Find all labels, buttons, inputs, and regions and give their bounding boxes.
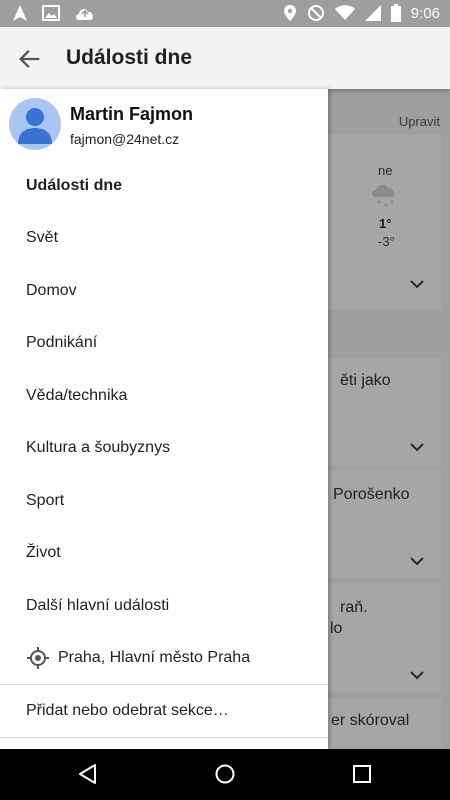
drawer-item-domov[interactable]: Domov [0,265,328,317]
signal-icon [364,5,381,21]
do-not-disturb-icon [307,5,324,21]
drawer-item-label: Život [26,544,61,561]
news-card[interactable]: ěti jako [328,358,441,466]
status-time: 9:06 [410,4,440,22]
my-location-icon [27,647,49,669]
avatar[interactable] [9,98,61,150]
chevron-down-icon[interactable] [410,670,424,680]
snow-cloud-icon [372,184,395,207]
navigation-drawer: Martin Fajmon fajmon@24net.cz Události d… [0,89,328,749]
divider [0,737,328,738]
news-card[interactable]: raň. lo [328,584,441,692]
drawer-item-label: Přidat nebo odebrat sekce… [26,702,229,719]
drawer-item-label: Věda/technika [26,387,128,404]
image-icon [42,5,60,21]
news-card-text: er skóroval [331,712,410,729]
user-email: fajmon@24net.cz [70,131,180,147]
news-card[interactable]: er skóroval [328,698,441,749]
battery-icon [390,4,401,22]
drawer-item-sport[interactable]: Sport [0,475,328,527]
drawer-item-label: Praha, Hlavní město Praha [58,649,251,666]
app-bar: Události dne [0,27,450,89]
recents-nav-icon[interactable] [350,762,374,786]
system-navigation-bar [0,749,450,800]
back-nav-icon[interactable] [76,762,100,786]
drawer-item-label: Svět [26,229,59,246]
chevron-down-icon[interactable] [410,279,424,289]
navigation-icon [13,5,27,21]
person-icon [18,108,52,144]
drawer-item-podnikani[interactable]: Podnikání [0,317,328,369]
cloud-upload-icon [76,9,93,20]
news-card-text: ěti jako [340,372,391,389]
home-nav-icon[interactable] [213,762,237,786]
drawer-item-dalsi-hlavni-udalosti[interactable]: Další hlavní události [0,580,328,632]
drawer-item-label: Sport [26,492,65,509]
drawer-item-veda-technika[interactable]: Věda/technika [0,370,328,422]
weather-day: ne [378,163,393,178]
location-icon [283,5,296,21]
drawer-item-zivot[interactable]: Život [0,527,328,579]
status-bar: 9:06 [0,0,450,27]
drawer-item-udalosti-dne[interactable]: Události dne [0,160,328,212]
user-name: Martin Fajmon [70,104,194,124]
weather-low: -3° [378,234,395,249]
drawer-item-add-remove-sections[interactable]: Přidat nebo odebrat sekce… [0,685,328,737]
news-card-text: lo [330,620,343,637]
page-title: Události dne [66,46,193,69]
drawer-item-label: Podnikání [26,334,98,351]
weather-card[interactable]: ne 1° -3° [328,135,441,310]
drawer-item-location[interactable]: Praha, Hlavní město Praha [0,632,328,684]
weather-high: 1° [379,216,392,231]
drawer-item-label: Domov [26,282,77,299]
drawer-item-label: Události dne [26,177,123,194]
drawer-item-label: Kultura a šoubyznys [26,439,171,456]
news-card[interactable]: Porošenko [328,470,441,578]
wifi-icon [334,5,355,20]
drawer-item-svet[interactable]: Svět [0,212,328,264]
chevron-down-icon[interactable] [410,442,424,452]
news-card-text: Porošenko [333,486,410,503]
edit-link[interactable]: Upravit [399,114,440,129]
chevron-down-icon[interactable] [410,556,424,566]
drawer-item-kultura[interactable]: Kultura a šoubyznys [0,422,328,474]
drawer-item-label: Další hlavní události [26,597,170,614]
back-arrow-icon[interactable] [16,45,44,73]
news-card-text: raň. [340,599,368,616]
